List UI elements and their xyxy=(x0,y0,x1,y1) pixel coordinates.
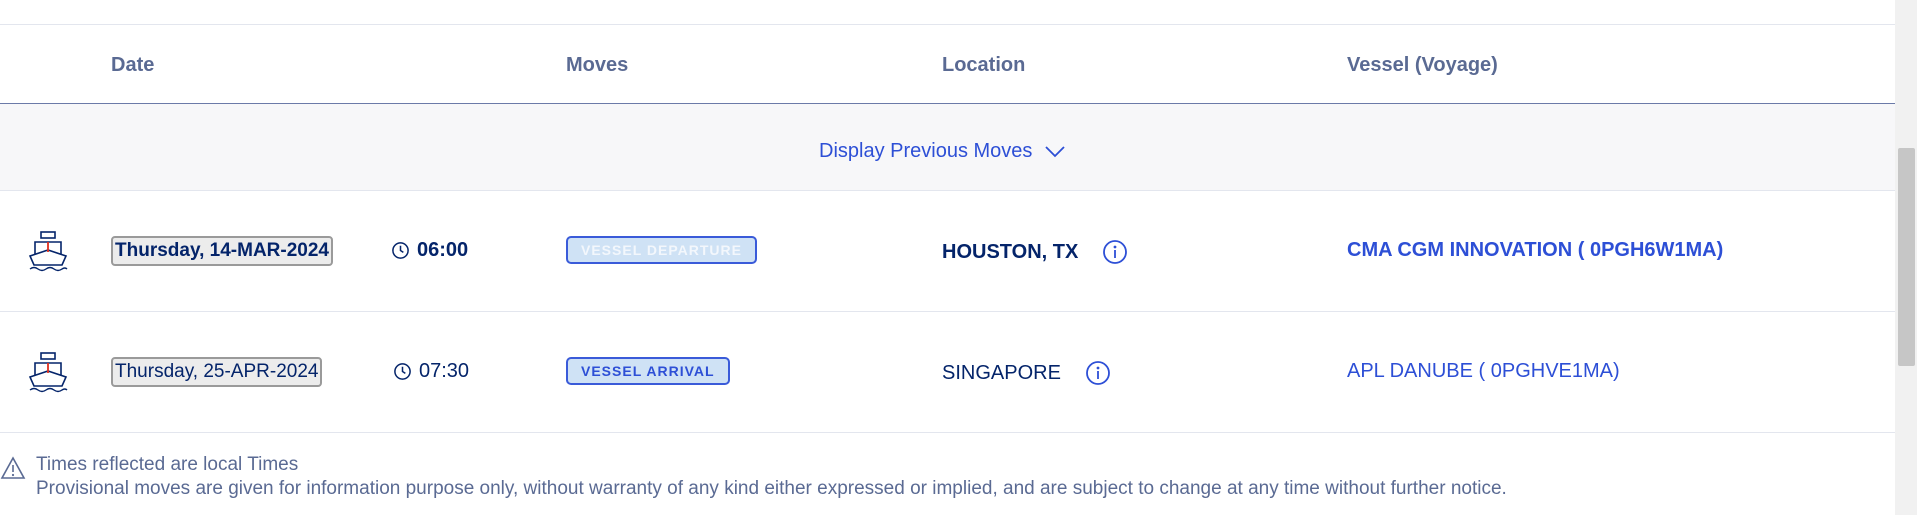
warning-icon xyxy=(0,456,26,479)
provisional-moves-note: Provisional moves are given for informat… xyxy=(36,478,1507,499)
move-location: SINGAPORE xyxy=(942,360,1111,386)
ship-icon xyxy=(28,231,68,272)
ship-icon xyxy=(28,352,68,393)
move-type-badge: VESSEL DEPARTURE xyxy=(566,236,757,264)
info-icon[interactable] xyxy=(1085,360,1111,386)
clock-icon xyxy=(392,242,409,259)
move-location: HOUSTON, TX xyxy=(942,239,1128,265)
move-date: Thursday, 25-APR-2024 xyxy=(111,357,323,387)
local-times-note: Times reflected are local Times xyxy=(36,454,299,475)
move-time: 06:00 xyxy=(391,239,468,262)
move-time-value: 07:30 xyxy=(419,360,470,382)
vessel-voyage-link[interactable]: APL DANUBE ( 0PGHVE1MA) xyxy=(1347,360,1620,383)
scrollbar-thumb[interactable] xyxy=(1898,148,1915,366)
move-location-name: HOUSTON, TX xyxy=(942,240,1079,263)
page: Date Moves Location Vessel (Voyage) Disp… xyxy=(0,0,1917,515)
column-header-location: Location xyxy=(942,54,1026,76)
move-time-value: 06:00 xyxy=(417,239,469,261)
display-previous-moves-button[interactable]: Display Previous Moves xyxy=(819,140,1066,163)
column-header-date: Date xyxy=(111,54,155,76)
move-time: 07:30 xyxy=(393,360,469,383)
clock-icon xyxy=(394,363,411,380)
move-date: Thursday, 14-MAR-2024 xyxy=(111,236,333,266)
table-row: Thursday, 14-MAR-2024 06:00 VESSEL DEPAR… xyxy=(0,191,1895,312)
column-header-moves: Moves xyxy=(566,54,629,76)
move-type-badge: VESSEL ARRIVAL xyxy=(566,357,730,385)
move-location-name: SINGAPORE xyxy=(942,361,1061,384)
table-header: Date Moves Location Vessel (Voyage) xyxy=(0,25,1895,104)
vessel-voyage-link[interactable]: CMA CGM INNOVATION ( 0PGH6W1MA) xyxy=(1347,239,1723,262)
column-header-vessel: Vessel (Voyage) xyxy=(1347,54,1498,76)
chevron-down-icon xyxy=(1045,145,1066,157)
table-row: Thursday, 25-APR-2024 07:30 VESSEL ARRIV… xyxy=(0,312,1895,433)
display-previous-moves-label: Display Previous Moves xyxy=(819,140,1033,162)
info-icon[interactable] xyxy=(1102,239,1128,265)
previous-moves-band: Display Previous Moves xyxy=(0,104,1895,191)
